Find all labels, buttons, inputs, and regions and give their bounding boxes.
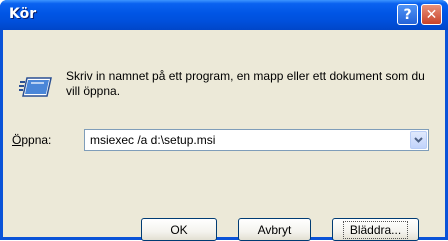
- browse-button-label: Bläddra...: [342, 220, 409, 239]
- window-title: Kör: [9, 6, 37, 22]
- cancel-button[interactable]: Avbryt: [238, 218, 311, 241]
- ok-button-label: OK: [170, 222, 188, 237]
- open-label-text: ppna:: [21, 133, 52, 147]
- instruction-text: Skriv in namnet på ett program, en mapp …: [66, 69, 425, 98]
- open-combobox-value[interactable]: msiexec /a d:\setup.msi: [90, 133, 215, 147]
- dialog-body: Skriv in namnet på ett program, en mapp …: [3, 30, 445, 241]
- run-dialog: Kör ? ✕ Skriv in namnet på ett program, …: [0, 0, 448, 241]
- chevron-down-icon: [414, 137, 423, 143]
- cancel-button-label: Avbryt: [257, 222, 292, 237]
- help-icon: ?: [403, 6, 412, 23]
- run-icon: [19, 77, 52, 97]
- browse-button[interactable]: Bläddra...: [332, 218, 419, 241]
- title-bar[interactable]: Kör ? ✕: [0, 0, 448, 30]
- help-button[interactable]: ?: [397, 4, 418, 25]
- open-label-access-key: Ö: [12, 133, 22, 147]
- ok-button[interactable]: OK: [141, 218, 217, 241]
- combobox-dropdown-button[interactable]: [410, 131, 427, 149]
- close-icon: ✕: [425, 6, 438, 23]
- close-button[interactable]: ✕: [421, 4, 442, 25]
- open-combobox[interactable]: msiexec /a d:\setup.msi: [84, 129, 429, 151]
- open-label: Öppna:: [12, 133, 51, 147]
